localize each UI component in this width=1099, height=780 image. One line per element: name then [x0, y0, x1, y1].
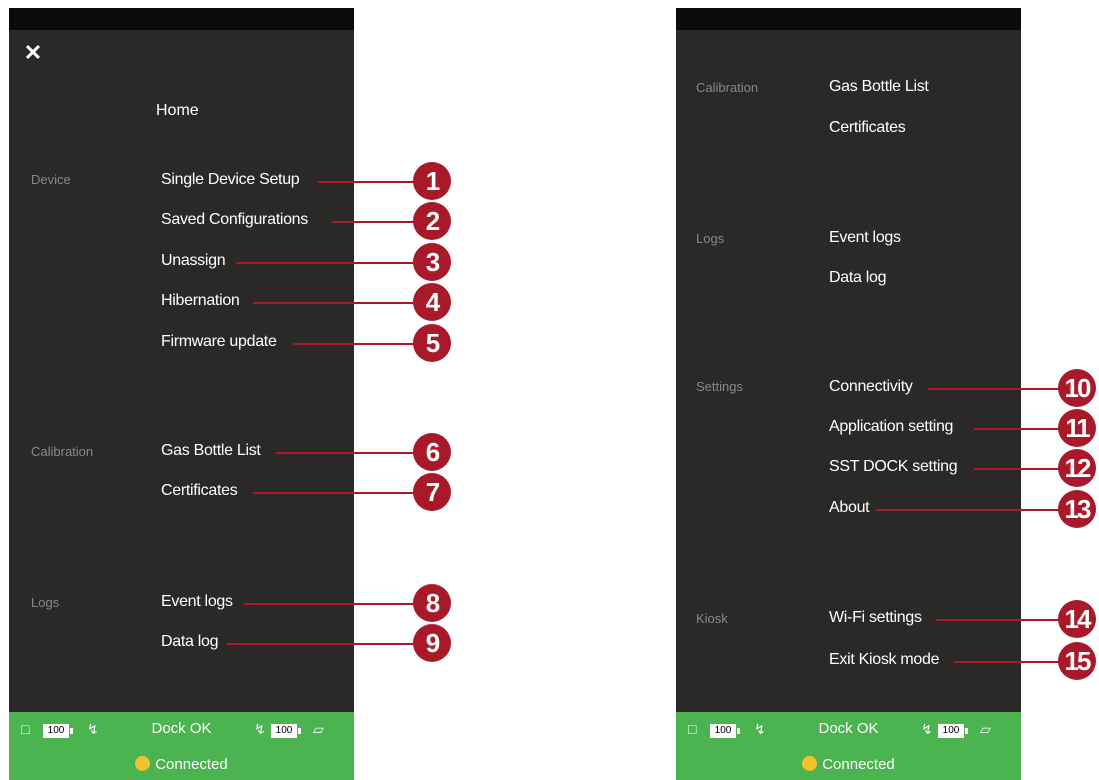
- menu-item-gas-bottle-list[interactable]: Gas Bottle List: [161, 442, 261, 460]
- dock-status: Dock OK: [818, 720, 879, 737]
- callout-badge: 11: [1058, 409, 1096, 447]
- smiley-icon: [135, 756, 151, 771]
- section-logs: Logs: [696, 231, 725, 246]
- menu-item-home[interactable]: Home: [156, 102, 199, 120]
- menu-item-wifi-settings[interactable]: Wi-Fi settings: [829, 609, 922, 627]
- menu-item-single-device-setup[interactable]: Single Device Setup: [161, 171, 300, 189]
- callout-badge: 9: [413, 624, 451, 662]
- callout-badge: 7: [413, 473, 451, 511]
- callout-badge: 10: [1058, 369, 1096, 407]
- callout-badge: 5: [413, 324, 451, 362]
- section-device: Device: [31, 172, 71, 187]
- menu-item-firmware-update[interactable]: Firmware update: [161, 333, 277, 351]
- charging-icon: ↯: [254, 721, 266, 737]
- dock-icon: ▱: [313, 721, 324, 737]
- menu-item-data-log[interactable]: Data log: [829, 269, 887, 287]
- connection-label: Connected: [822, 756, 895, 773]
- battery-right: 100: [938, 724, 968, 738]
- menu-item-event-logs[interactable]: Event logs: [161, 593, 233, 611]
- menu-screen-right: Calibration Gas Bottle List Certificates…: [676, 8, 1021, 780]
- menu-item-connectivity[interactable]: Connectivity: [829, 378, 913, 396]
- callout-badge: 3: [413, 243, 451, 281]
- close-icon[interactable]: ✕: [21, 41, 45, 65]
- menu-item-application-setting[interactable]: Application setting: [829, 418, 953, 436]
- status-bar: □ 100 ↯ Dock OK ↯ 100 ▱ Connected: [676, 712, 1021, 780]
- menu-item-sst-dock-setting[interactable]: SST DOCK setting: [829, 458, 958, 476]
- section-logs: Logs: [31, 595, 60, 610]
- charging-icon: ↯: [921, 721, 933, 737]
- menu-item-exit-kiosk-mode[interactable]: Exit Kiosk mode: [829, 651, 940, 669]
- connection-status: Connected: [9, 756, 354, 773]
- callout-badge: 13: [1058, 490, 1096, 528]
- menu-item-saved-configurations[interactable]: Saved Configurations: [161, 211, 308, 229]
- section-calibration: Calibration: [31, 444, 94, 459]
- smiley-icon: [802, 756, 818, 771]
- menu-item-gas-bottle-list[interactable]: Gas Bottle List: [829, 78, 929, 96]
- menu-item-certificates[interactable]: Certificates: [161, 482, 238, 500]
- callout-badge: 4: [413, 283, 451, 321]
- status-bar: □ 100 ↯ Dock OK ↯ 100 ▱ Connected: [9, 712, 354, 780]
- dock-icon: ▱: [980, 721, 991, 737]
- callout-badge: 2: [413, 202, 451, 240]
- menu-item-unassign[interactable]: Unassign: [161, 252, 226, 270]
- connection-status: Connected: [676, 756, 1021, 773]
- section-kiosk: Kiosk: [696, 611, 728, 626]
- callout-badge: 12: [1058, 449, 1096, 487]
- callout-badge: 14: [1058, 600, 1096, 638]
- menu-item-about[interactable]: About: [829, 499, 870, 517]
- connection-label: Connected: [155, 756, 228, 773]
- callout-badge: 6: [413, 433, 451, 471]
- menu-item-hibernation[interactable]: Hibernation: [161, 292, 240, 310]
- callout-badge: 15: [1058, 642, 1096, 680]
- callout-badge: 1: [413, 162, 451, 200]
- menu-screen-left: ✕ Home Device Single Device Setup Saved …: [9, 8, 354, 780]
- section-settings: Settings: [696, 379, 743, 394]
- dock-status: Dock OK: [151, 720, 212, 737]
- menu-item-certificates[interactable]: Certificates: [829, 119, 906, 137]
- top-bar: [9, 8, 354, 30]
- top-bar: [676, 8, 1021, 30]
- menu-item-event-logs[interactable]: Event logs: [829, 229, 901, 247]
- callout-badge: 8: [413, 584, 451, 622]
- section-calibration: Calibration: [696, 80, 759, 95]
- battery-right: 100: [271, 724, 301, 738]
- menu-item-data-log[interactable]: Data log: [161, 633, 219, 651]
